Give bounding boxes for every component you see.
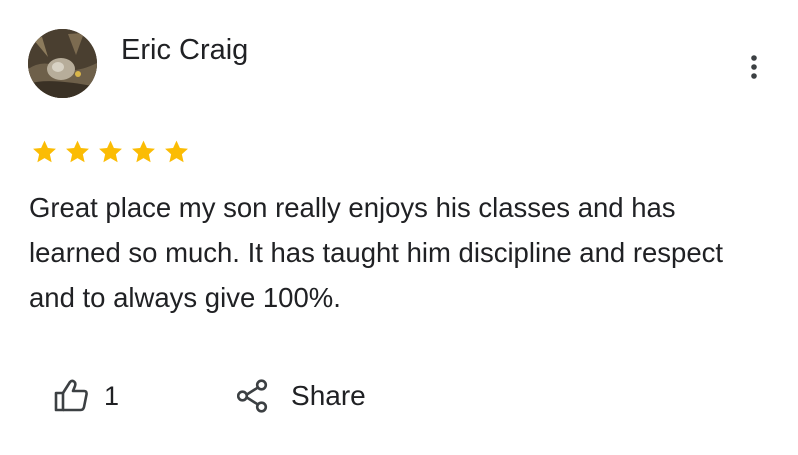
reviewer-name[interactable]: Eric Craig xyxy=(121,32,248,68)
more-options-button[interactable] xyxy=(738,50,770,86)
reviewer-avatar[interactable] xyxy=(28,29,97,98)
share-icon xyxy=(237,379,268,413)
review-text: Great place my son really enjoys his cla… xyxy=(29,192,723,313)
star-icon xyxy=(165,140,188,163)
star-rating xyxy=(30,138,191,168)
star-icon xyxy=(33,140,56,163)
like-count: 1 xyxy=(104,380,120,411)
share-button[interactable]: Share xyxy=(237,378,366,414)
star-icon xyxy=(99,140,122,163)
thumb-up-icon xyxy=(54,379,88,412)
review-actions: 1 Share xyxy=(52,374,366,418)
star-icon xyxy=(132,140,155,163)
like-button[interactable]: 1 xyxy=(52,377,119,415)
more-vert-icon xyxy=(751,55,757,79)
avatar-photo xyxy=(28,29,97,98)
share-label: Share xyxy=(291,380,366,411)
star-icon xyxy=(66,140,89,163)
